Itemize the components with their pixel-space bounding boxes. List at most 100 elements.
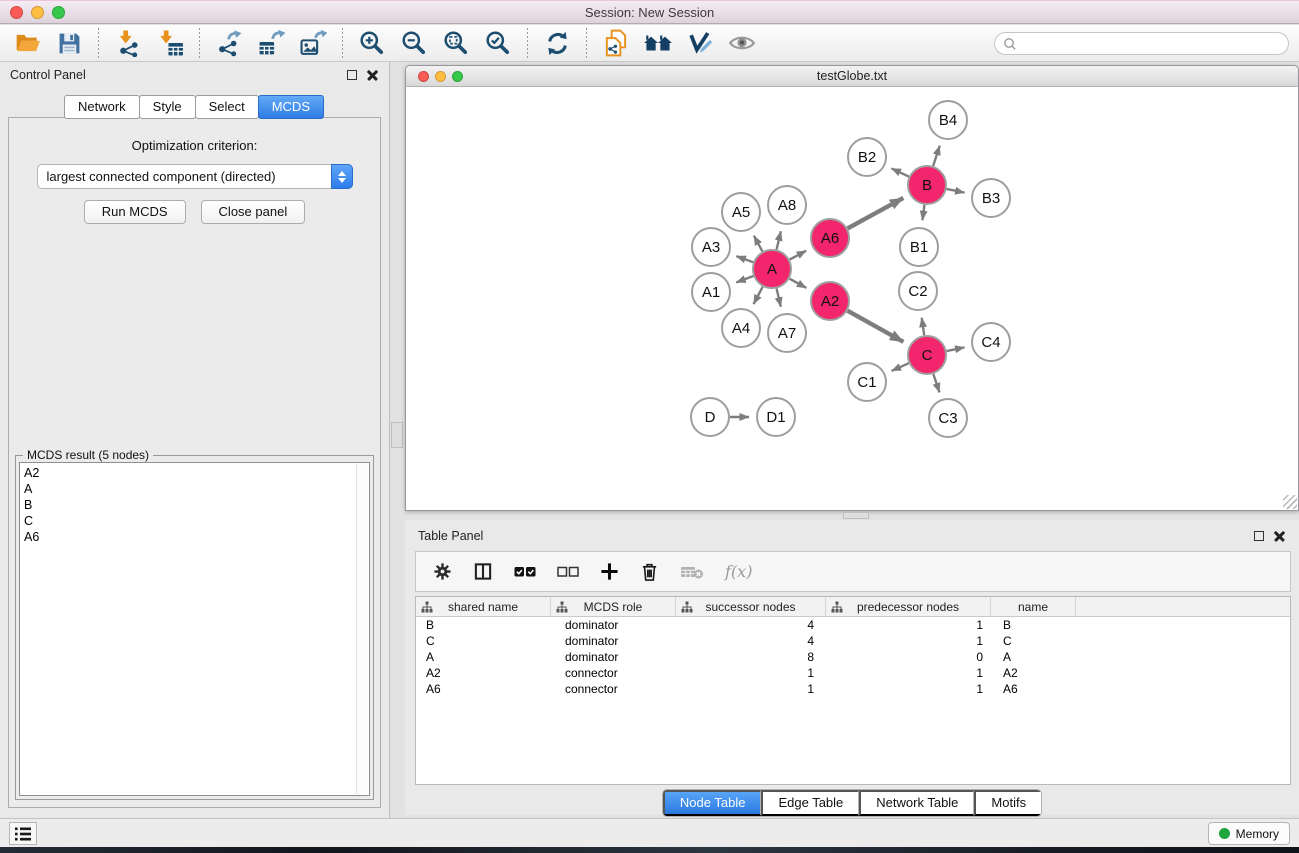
tab-edge-table[interactable]: Edge Table (761, 790, 859, 816)
first-neighbors-button[interactable] (637, 27, 679, 59)
graph-edge-C-C4[interactable] (947, 347, 965, 351)
zoom-out-button[interactable] (393, 27, 435, 59)
graph-node-D1[interactable]: D1 (757, 398, 795, 436)
deselect-all-columns-button[interactable] (557, 560, 579, 584)
function-builder-button[interactable]: f(x) (725, 560, 752, 584)
graph-node-B[interactable]: B (908, 166, 946, 204)
tab-mcds[interactable]: MCDS (258, 95, 324, 119)
column-header-mcds-role[interactable]: MCDS role (551, 597, 676, 616)
new-network-from-selection-button[interactable] (595, 27, 637, 59)
create-column-button[interactable] (600, 560, 619, 584)
graph-edge-A-A7[interactable] (777, 288, 781, 306)
column-header-name[interactable]: name (991, 597, 1076, 616)
graph-node-A5[interactable]: A5 (722, 193, 760, 231)
splitter-handle[interactable] (391, 422, 403, 448)
mcds-result-item[interactable]: A (20, 481, 369, 497)
graph-node-B4[interactable]: B4 (929, 101, 967, 139)
network-window-titlebar[interactable]: testGlobe.txt (406, 66, 1298, 87)
graph-node-A[interactable]: A (753, 250, 791, 288)
tab-select[interactable]: Select (195, 95, 259, 119)
tab-style[interactable]: Style (139, 95, 196, 119)
tab-node-table[interactable]: Node Table (663, 790, 762, 816)
delete-column-button[interactable] (640, 560, 659, 584)
zoom-in-button[interactable] (351, 27, 393, 59)
select-all-columns-button[interactable] (514, 560, 536, 584)
level-of-detail-button[interactable] (721, 27, 763, 59)
graph-node-C[interactable]: C (908, 336, 946, 374)
zoom-selected-button[interactable] (477, 27, 519, 59)
graph-node-A3[interactable]: A3 (692, 228, 730, 266)
tab-network-table[interactable]: Network Table (859, 790, 974, 816)
column-header-successor-nodes[interactable]: successor nodes (676, 597, 826, 616)
mcds-result-item[interactable]: A2 (20, 465, 369, 481)
graph-node-B3[interactable]: B3 (972, 179, 1010, 217)
table-row[interactable]: Bdominator41B (416, 617, 1290, 633)
graph-node-D[interactable]: D (691, 398, 729, 436)
network-canvas[interactable]: B4B2BB3B1A8A5A6A3AA1A2C2A4A7C4CC1C3DD1 (406, 87, 1298, 510)
graph-edge-B-B3[interactable] (947, 189, 965, 193)
mcds-result-list[interactable]: A2ABCA6 (19, 462, 370, 796)
run-mcds-button[interactable]: Run MCDS (84, 200, 186, 224)
zoom-fit-button[interactable] (435, 27, 477, 59)
tab-network[interactable]: Network (64, 95, 140, 119)
float-panel-icon[interactable] (1254, 531, 1264, 541)
graph-edge-A-A3[interactable] (736, 256, 753, 262)
graph-edge-A-A8[interactable] (777, 231, 781, 249)
graph-node-A8[interactable]: A8 (768, 186, 806, 224)
task-history-button[interactable] (9, 822, 37, 845)
column-header-shared-name[interactable]: shared name (416, 597, 551, 616)
graph-edge-A-A5[interactable] (754, 236, 763, 252)
open-session-button[interactable] (6, 27, 48, 59)
graph-node-A1[interactable]: A1 (692, 273, 730, 311)
close-panel-icon[interactable] (1274, 530, 1286, 542)
result-scrollbar[interactable] (356, 464, 368, 794)
save-session-button[interactable] (48, 27, 90, 59)
export-network-button[interactable] (208, 27, 250, 59)
table-row[interactable]: Adominator80A (416, 649, 1290, 665)
table-row[interactable]: A6connector11A6 (416, 681, 1290, 697)
show-graphics-details-button[interactable] (679, 27, 721, 59)
export-image-button[interactable] (292, 27, 334, 59)
graph-edge-A-A1[interactable] (736, 276, 753, 282)
column-selector-button[interactable] (473, 560, 493, 584)
graph-edge-C-C1[interactable] (892, 363, 909, 371)
graph-edge-A-A6[interactable] (790, 251, 807, 260)
graph-edge-B-B4[interactable] (933, 146, 940, 166)
graph-edge-A-A4[interactable] (754, 287, 763, 304)
table-row[interactable]: A2connector11A2 (416, 665, 1290, 681)
table-options-button[interactable] (433, 560, 452, 584)
criterion-dropdown[interactable]: largest connected component (directed) (37, 164, 353, 189)
graph-edge-C-C2[interactable] (922, 318, 924, 335)
graph-node-B1[interactable]: B1 (900, 228, 938, 266)
close-panel-icon[interactable] (367, 69, 379, 81)
horizontal-splitter-handle[interactable] (843, 512, 869, 519)
graph-edge-A-A2[interactable] (790, 279, 807, 288)
vertical-splitter[interactable] (390, 62, 405, 818)
mcds-result-item[interactable]: B (20, 497, 369, 513)
graph-node-C1[interactable]: C1 (848, 363, 886, 401)
dropdown-stepper-icon[interactable] (331, 164, 353, 189)
export-table-button[interactable] (250, 27, 292, 59)
column-header-predecessor-nodes[interactable]: predecessor nodes (826, 597, 991, 616)
mcds-result-item[interactable]: A6 (20, 529, 369, 545)
memory-button[interactable]: Memory (1208, 822, 1290, 845)
graph-node-C4[interactable]: C4 (972, 323, 1010, 361)
table-row[interactable]: Cdominator41C (416, 633, 1290, 649)
graph-edge-B-B1[interactable] (922, 205, 924, 220)
apply-layout-button[interactable] (536, 27, 578, 59)
mcds-result-item[interactable]: C (20, 513, 369, 529)
graph-node-A7[interactable]: A7 (768, 314, 806, 352)
import-network-button[interactable] (107, 27, 149, 59)
graph-node-A4[interactable]: A4 (722, 309, 760, 347)
graph-node-B2[interactable]: B2 (848, 138, 886, 176)
graph-node-C3[interactable]: C3 (929, 399, 967, 437)
search-input[interactable] (1017, 34, 1288, 53)
delete-table-button[interactable] (680, 560, 704, 584)
tab-motifs[interactable]: Motifs (974, 790, 1041, 816)
graph-node-A2[interactable]: A2 (811, 282, 849, 320)
graph-edge-B-B2[interactable] (891, 168, 908, 176)
graph-edge-A2-C[interactable] (847, 311, 903, 342)
graph-edge-C-C3[interactable] (933, 374, 939, 392)
graph-edge-A6-B[interactable] (848, 198, 904, 228)
import-table-button[interactable] (149, 27, 191, 59)
